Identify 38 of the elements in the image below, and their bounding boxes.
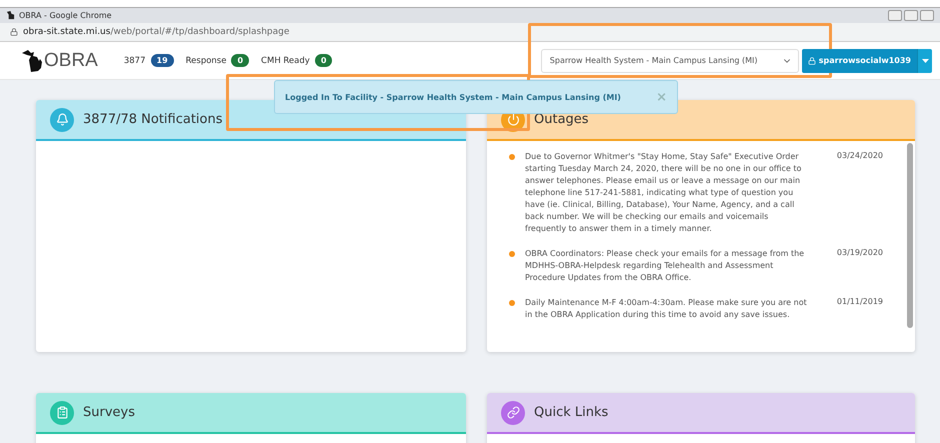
lock-icon: [808, 56, 816, 64]
outage-date: 03/24/2020: [836, 151, 883, 162]
maximize-button[interactable]: [904, 10, 918, 21]
scrollbar[interactable]: [907, 143, 913, 328]
card-title: 3877/78 Notifications: [83, 112, 223, 127]
count-badge: 0: [314, 54, 332, 67]
outage-text: Due to Governor Whitmer's "Stay Home, Stay Safe" Executive Order starting Tuesday March 24, 2020, there will be no one in our office to answer telephones. Please email us or leave a message on our main telephone line 517-241-5881, indicating what type of question you have (ie. Clinical, Billing, Database), Your Name, Agency, and a call back number. We will be checking our emails and voicemails frequently to answer them in a timely manner.: [525, 151, 802, 235]
favicon-icon: [6, 11, 15, 20]
bullet-icon: [509, 154, 515, 160]
card-title: Outages: [534, 112, 589, 127]
close-button[interactable]: [920, 10, 934, 21]
counter-label: Response: [186, 56, 226, 66]
bullet-icon: [509, 300, 515, 306]
logo-icon: [22, 50, 42, 72]
facility-select[interactable]: Sparrow Health System - Main Campus Lansing (MI): [540, 48, 799, 72]
lock-icon: [10, 28, 18, 36]
link-icon: [501, 400, 525, 424]
bell-icon: [50, 108, 74, 132]
outage-date: 01/11/2019: [836, 297, 883, 308]
address-field[interactable]: obra-sit.state.mi.us/web/portal/#/tp/dashboard/splashpage: [23, 27, 290, 37]
caret-icon: [922, 58, 928, 62]
user-button[interactable]: sparrowsocialw1039: [802, 48, 917, 72]
bullet-icon: [509, 251, 515, 257]
count-badge: 0: [231, 54, 250, 67]
minimize-button[interactable]: [888, 10, 902, 21]
count-badge: 19: [150, 54, 174, 67]
clipboard-icon: [50, 400, 74, 424]
outage-text: OBRA Coordinators: Please check your emails for a message from the MDHHS-OBRA-Helpdesk regarding Telehealth and Assessment Procedure Updates from the OBRA Office.: [525, 248, 806, 284]
counter-label: 3877: [124, 56, 146, 66]
outage-text: Daily Maintenance M-F 4:00am-4:30am. Please make sure you are not in the OBRA Application during this time to avoid any save issues.: [525, 297, 808, 321]
logo-text: OBRA: [44, 50, 98, 72]
counter-label: CMH Ready: [261, 56, 310, 66]
card-title: Surveys: [83, 405, 135, 420]
outage-date: 03/19/2020: [836, 248, 883, 259]
caret-button[interactable]: [917, 48, 932, 72]
card-title: Quick Links: [534, 405, 608, 420]
window-title: OBRA - Google Chrome: [19, 11, 112, 20]
toast-message: Logged In To Facility - Sparrow Health System - Main Campus Lansing (MI): [285, 92, 621, 102]
